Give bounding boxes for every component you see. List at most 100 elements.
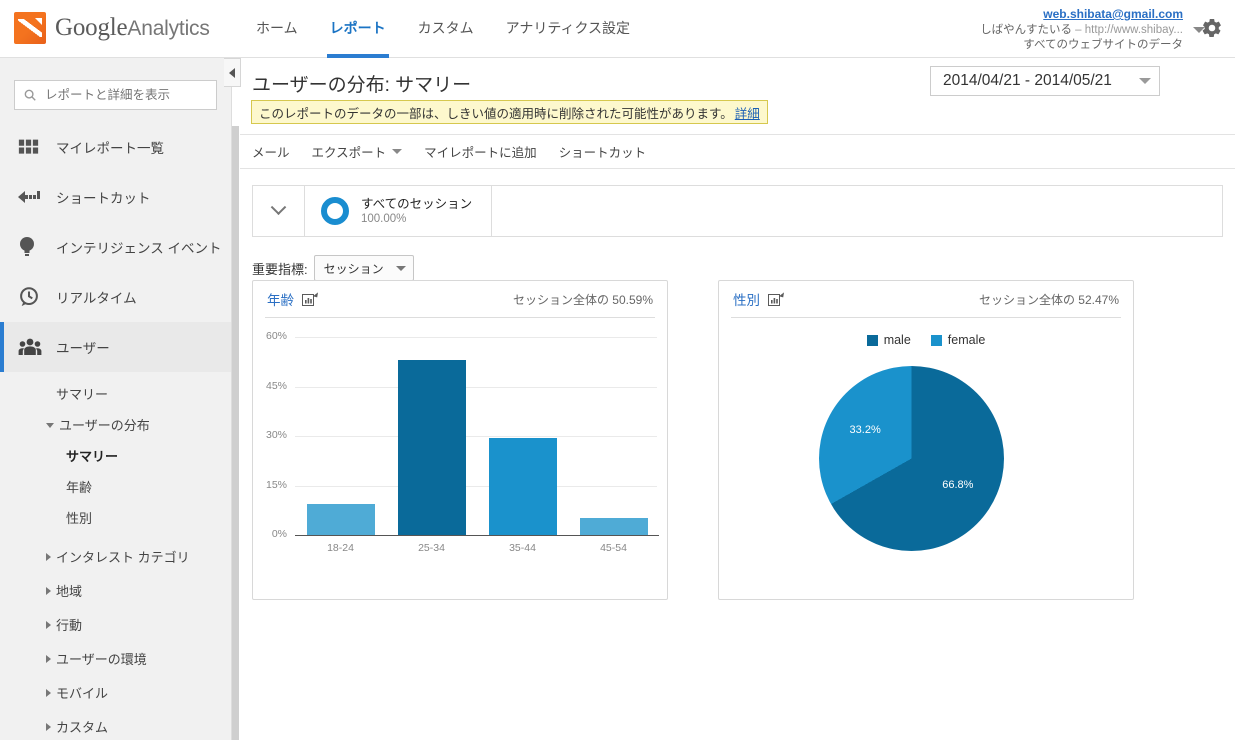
toolbar-label: エクスポート <box>311 146 387 160</box>
sidebar-subitem-geo[interactable]: 地域 <box>0 575 231 606</box>
gridline <box>295 436 657 437</box>
nav-item-home[interactable]: ホーム <box>240 0 314 58</box>
search-input[interactable] <box>43 87 208 103</box>
pie-slice-label-female: 33.2% <box>849 424 881 437</box>
sidebar-subitem-label: 地域 <box>56 584 83 599</box>
metric-label: 重要指標: <box>252 261 308 277</box>
toolbar-shortcut-button[interactable]: ショートカット <box>559 142 647 161</box>
sidebar-subitem-label: モバイル <box>56 686 109 701</box>
sidebar-subitem-label: 年齢 <box>66 480 93 495</box>
charts-panels: 年齢 セッション全体の 50.59% 0% 15% 30% 45% 60% 18-24 25… <box>252 280 1134 600</box>
chevron-down-icon <box>395 265 406 271</box>
y-axis-tick: 60% <box>265 330 287 342</box>
date-range-value: 2014/04/21 - 2014/05/21 <box>943 72 1112 89</box>
lightbulb-icon <box>18 235 44 259</box>
sidebar-subitem-demographics[interactable]: ユーザーの分布 <box>0 409 231 440</box>
sidebar-subitem-label: カスタム <box>56 720 109 735</box>
brand-analytics-label: Analytics <box>127 17 210 40</box>
sidebar-collapse-button[interactable] <box>224 58 241 87</box>
account-property-name: しばやんすたいる <box>980 24 1072 36</box>
sidebar-item-realtime[interactable]: リアルタイム <box>0 272 231 322</box>
report-toolbar: メール エクスポート マイレポートに追加 ショートカット <box>240 135 1235 169</box>
arrow-shortcut-icon <box>18 185 44 209</box>
bar-45-54[interactable] <box>579 517 648 535</box>
legend-label: female <box>947 333 986 347</box>
chart-report-icon[interactable] <box>768 291 785 307</box>
age-panel-title[interactable]: 年齢 <box>267 289 294 309</box>
legend-swatch <box>930 334 942 346</box>
google-analytics-logo-icon <box>14 12 46 44</box>
sidebar-subitem-age[interactable]: 年齢 <box>0 471 231 502</box>
sidebar-item-shortcuts[interactable]: ショートカット <box>0 172 231 222</box>
sidebar: マイレポート一覧 ショートカット インテリジェンス イベント リアルタイム <box>0 58 232 740</box>
main-header: ユーザーの分布: サマリー このレポートのデータの一部は、しきい値の適用時に削除… <box>240 58 1235 135</box>
metric-value: セッション <box>323 261 384 276</box>
threshold-warning-banner: このレポートのデータの一部は、しきい値の適用時に削除された可能性があります。 詳… <box>251 100 768 124</box>
account-email[interactable]: web.shibata@gmail.com <box>980 7 1183 22</box>
sidebar-subitem-mobile[interactable]: モバイル <box>0 677 231 708</box>
gridline <box>295 386 657 388</box>
scrollbar-thumb[interactable] <box>232 126 239 740</box>
triangle-closed-icon <box>46 552 51 561</box>
legend-item-male[interactable]: male <box>866 333 911 347</box>
toolbar-export-button[interactable]: エクスポート <box>312 142 403 161</box>
x-axis-label: 18-24 <box>327 542 354 554</box>
gear-icon[interactable] <box>1201 17 1223 39</box>
warning-text: このレポートのデータの一部は、しきい値の適用時に削除された可能性があります。 <box>259 106 733 121</box>
sidebar-subitem-interests[interactable]: インタレスト カテゴリ <box>0 541 231 572</box>
triangle-closed-icon <box>46 620 51 629</box>
sidebar-item-intelligence-events[interactable]: インテリジェンス イベント <box>0 222 231 272</box>
gender-legend: male female <box>719 333 1133 347</box>
segment-bar: すべてのセッション 100.00% <box>252 185 1223 237</box>
search-icon <box>23 88 37 102</box>
bar-35-44[interactable] <box>488 437 557 535</box>
sidebar-subitem-overview[interactable]: サマリー <box>0 378 231 409</box>
gridline <box>295 485 657 487</box>
sidebar-subitem-label: ユーザーの環境 <box>56 652 147 667</box>
chart-report-icon[interactable] <box>302 291 319 307</box>
sidebar-item-my-reports[interactable]: マイレポート一覧 <box>0 122 231 172</box>
brand-google-label: Google <box>55 14 128 41</box>
account-property-line: しばやんすたいる – http://www.shibay... <box>980 23 1183 38</box>
account-view-name: すべてのウェブサイトのデータ <box>1023 39 1183 51</box>
sidebar-subitem-custom[interactable]: カスタム <box>0 711 231 740</box>
sidebar-subitem-gender[interactable]: 性別 <box>0 502 231 533</box>
legend-label: male <box>883 333 911 347</box>
sidebar-subitem-technology[interactable]: ユーザーの環境 <box>0 643 231 674</box>
panel-divider <box>265 317 655 318</box>
sidebar-subitem-behavior[interactable]: 行動 <box>0 609 231 640</box>
sidebar-item-label: リアルタイム <box>56 291 137 306</box>
segment-all-sessions[interactable]: すべてのセッション 100.00% <box>305 186 492 236</box>
metric-dropdown[interactable]: セッション <box>313 255 414 281</box>
nav-item-reports[interactable]: レポート <box>314 0 402 58</box>
toolbar-add-to-dashboard-button[interactable]: マイレポートに追加 <box>424 142 537 161</box>
gender-panel: 性別 セッション全体の 52.47% male female 66.8% 33.2% <box>718 280 1134 600</box>
toolbar-label: マイレポートに追加 <box>424 146 537 160</box>
sidebar-item-label: ショートカット <box>56 191 151 206</box>
x-axis-line <box>295 535 659 536</box>
sidebar-search-box[interactable] <box>14 80 217 110</box>
sidebar-item-audience[interactable]: ユーザー <box>0 322 231 372</box>
triangle-open-icon <box>46 423 54 428</box>
brand-logo-group[interactable]: GoogleAnalytics <box>14 12 210 44</box>
segment-expander-button[interactable] <box>253 186 305 236</box>
segment-donut-icon <box>321 197 349 225</box>
toolbar-email-button[interactable]: メール <box>252 142 290 161</box>
bar-18-24[interactable] <box>306 503 375 535</box>
account-selector[interactable]: web.shibata@gmail.com しばやんすたいる – http://… <box>980 7 1205 53</box>
account-separator: – <box>1075 24 1082 36</box>
nav-item-custom[interactable]: カスタム <box>402 0 490 58</box>
date-range-picker[interactable]: 2014/04/21 - 2014/05/21 <box>930 66 1160 96</box>
gender-panel-subtitle: セッション全体の 52.47% <box>978 292 1119 307</box>
sidebar-item-label: インテリジェンス イベント <box>56 241 222 256</box>
sidebar-subitem-demographics-overview[interactable]: サマリー <box>0 440 231 471</box>
page-title: ユーザーの分布: サマリー <box>252 75 472 96</box>
warning-learn-more-link[interactable]: 詳細 <box>735 103 760 122</box>
legend-item-female[interactable]: female <box>930 333 986 347</box>
nav-item-admin[interactable]: アナリティクス設定 <box>490 0 646 58</box>
gender-panel-title[interactable]: 性別 <box>733 289 760 309</box>
bar-25-34[interactable] <box>397 360 466 535</box>
sidebar-scrollbar[interactable] <box>232 126 239 740</box>
sidebar-subnav: サマリー ユーザーの分布 サマリー 年齢 性別 インタレスト カテゴリ 地域 行… <box>0 378 231 740</box>
clock-icon <box>18 285 44 309</box>
